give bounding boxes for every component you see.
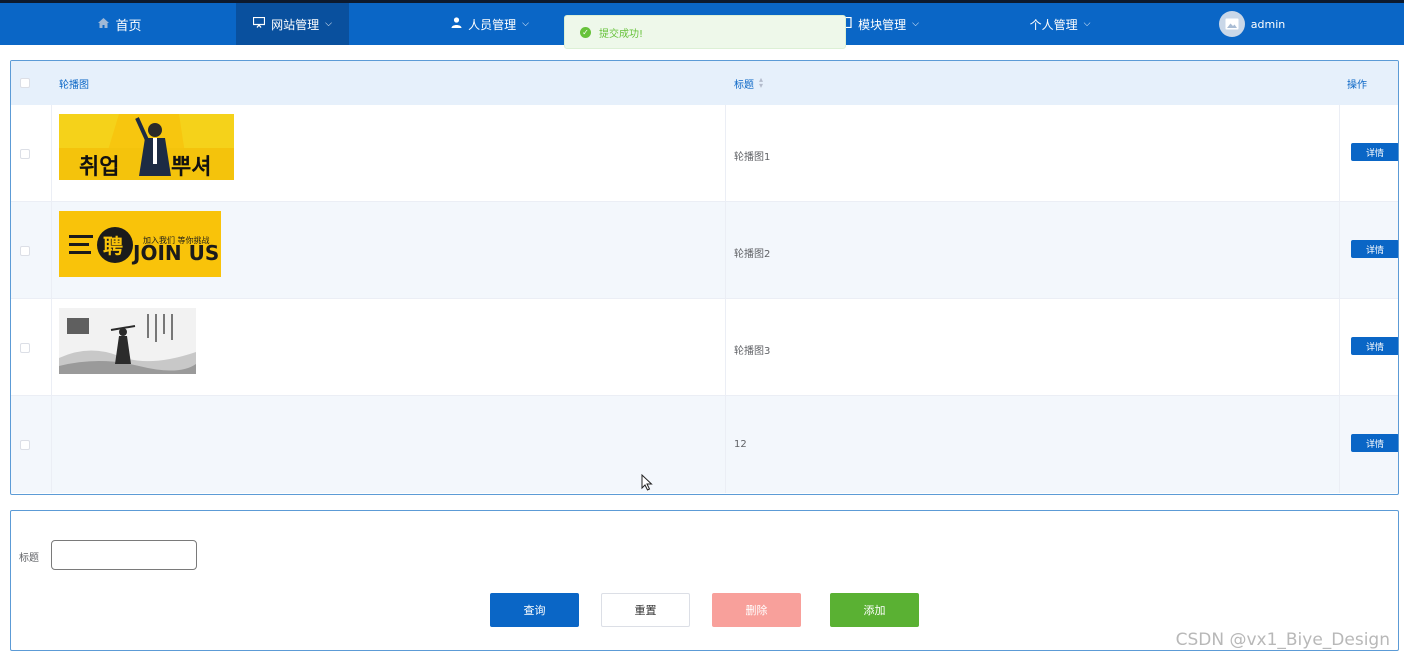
chevron-down-icon: ⌵ bbox=[522, 19, 529, 29]
header-image: 轮播图 bbox=[59, 79, 89, 91]
user-menu[interactable]: admin bbox=[1212, 3, 1292, 45]
carousel-table: 轮播图 标题 ▴ ▾ 操作 취업 뿌셔 轮播图1 详情 聘 JOIN US 加入… bbox=[10, 60, 1399, 495]
user-name: admin bbox=[1250, 17, 1286, 31]
row-title: 轮播图1 bbox=[734, 152, 771, 163]
banner-join-us-image: 聘 JOIN US 加入我们 等你挑战 bbox=[59, 211, 221, 277]
sort-icon[interactable]: ▴ ▾ bbox=[759, 76, 763, 90]
query-button[interactable]: 查询 bbox=[490, 593, 579, 627]
monitor-icon bbox=[252, 16, 266, 31]
svg-text:취업: 취업 bbox=[79, 155, 119, 180]
table-row: 聘 JOIN US 加入我们 等你挑战 轮播图2 详情 bbox=[11, 202, 1398, 299]
chevron-down-icon: ⌵ bbox=[1083, 19, 1091, 29]
delete-button[interactable]: 删除 bbox=[712, 593, 801, 627]
add-button[interactable]: 添加 bbox=[830, 593, 919, 627]
nav-personal-management[interactable]: 个人管理 ⌵ bbox=[1020, 3, 1100, 45]
detail-button[interactable]: 详情 bbox=[1351, 240, 1398, 258]
reset-button[interactable]: 重置 bbox=[601, 593, 690, 627]
detail-button[interactable]: 详情 bbox=[1351, 337, 1398, 355]
svg-text:聘: 聘 bbox=[103, 234, 123, 258]
svg-text:뿌셔: 뿌셔 bbox=[171, 155, 211, 180]
row-checkbox[interactable] bbox=[20, 246, 30, 256]
header-title[interactable]: 标题 ▴ ▾ bbox=[734, 76, 763, 91]
chevron-down-icon: ⌵ bbox=[325, 19, 332, 29]
search-title-input[interactable] bbox=[51, 540, 197, 570]
nav-home[interactable]: 首页 bbox=[80, 3, 160, 45]
check-circle-icon: ✓ bbox=[580, 26, 591, 38]
row-checkbox[interactable] bbox=[20, 440, 30, 450]
toast-text: 提交成功! bbox=[599, 28, 644, 40]
banner-join-us-subtext: 加入我们 等你挑战 bbox=[143, 235, 210, 245]
nav-module-management-label: 模块管理 bbox=[858, 17, 907, 32]
chevron-down-icon: ⌵ bbox=[912, 19, 919, 29]
row-title: 轮播图3 bbox=[734, 346, 771, 357]
search-title-label: 标题 bbox=[19, 553, 39, 564]
banner-ink-painting-image bbox=[59, 308, 196, 374]
detail-button[interactable]: 详情 bbox=[1351, 143, 1398, 161]
row-title: 轮播图2 bbox=[734, 249, 771, 260]
table-row: 12 详情 bbox=[11, 396, 1398, 493]
nav-home-label: 首页 bbox=[115, 18, 142, 34]
detail-button[interactable]: 详情 bbox=[1351, 434, 1398, 452]
table-row: 轮播图3 详情 bbox=[11, 299, 1398, 396]
row-checkbox[interactable] bbox=[20, 149, 30, 159]
mouse-cursor-icon bbox=[641, 473, 653, 495]
nav-site-management[interactable]: 网站管理 ⌵ bbox=[236, 3, 349, 45]
header-action: 操作 bbox=[1347, 79, 1367, 91]
avatar bbox=[1218, 11, 1245, 37]
nav-personal-management-label: 个人管理 bbox=[1029, 17, 1078, 32]
banner-employment-image: 취업 뿌셔 bbox=[59, 114, 234, 180]
table-header: 轮播图 标题 ▴ ▾ 操作 bbox=[11, 61, 1398, 105]
nav-site-management-label: 网站管理 bbox=[271, 17, 320, 32]
watermark: CSDN @vx1_Biye_Design bbox=[1175, 630, 1390, 650]
header-title-label: 标题 bbox=[734, 79, 754, 91]
select-all-checkbox[interactable] bbox=[20, 78, 30, 88]
nav-personnel-management[interactable]: 人员管理 ⌵ bbox=[440, 3, 540, 45]
user-icon bbox=[451, 17, 462, 31]
nav-personnel-management-label: 人员管理 bbox=[468, 17, 517, 32]
home-icon bbox=[98, 17, 110, 31]
row-title: 12 bbox=[734, 439, 747, 450]
row-checkbox[interactable] bbox=[20, 343, 30, 353]
table-row: 취업 뿌셔 轮播图1 详情 bbox=[11, 105, 1398, 202]
success-toast: ✓ 提交成功! bbox=[564, 15, 846, 49]
